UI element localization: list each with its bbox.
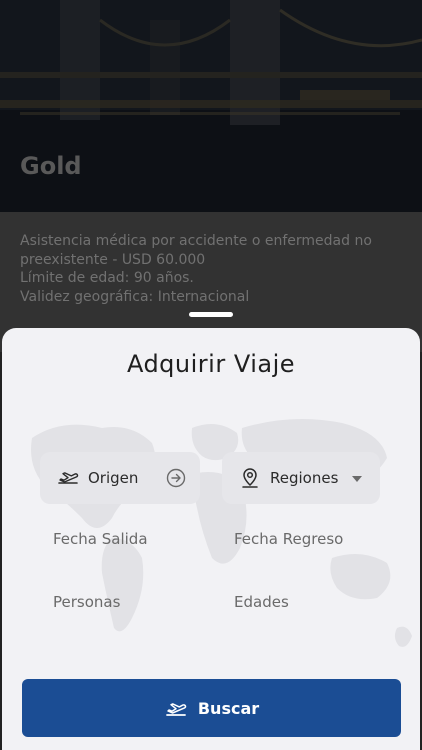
origin-label: Origen xyxy=(88,469,139,487)
map-pin-icon xyxy=(238,466,262,490)
regions-label: Regiones xyxy=(270,469,339,487)
search-button[interactable]: Buscar xyxy=(22,679,401,737)
caret-down-icon xyxy=(352,476,362,482)
search-button-label: Buscar xyxy=(197,698,260,718)
regions-dropdown[interactable]: Regiones xyxy=(222,452,380,504)
sheet-drag-handle[interactable] xyxy=(189,312,233,317)
world-map-image xyxy=(31,419,412,647)
persons-field[interactable]: Personas xyxy=(53,593,120,611)
sheet-title: Adquirir Viaje xyxy=(126,350,296,378)
origin-selector[interactable]: Origen xyxy=(40,452,200,504)
arrow-right-circle-icon xyxy=(166,468,186,488)
return-date-field[interactable]: Fecha Regreso xyxy=(234,530,343,548)
departure-date-field[interactable]: Fecha Salida xyxy=(53,530,148,548)
plane-takeoff-icon xyxy=(56,466,80,490)
plane-takeoff-icon xyxy=(164,696,188,720)
purchase-trip-sheet: Adquirir Viaje Origen Regiones Fecha Sal… xyxy=(2,328,420,750)
ages-field[interactable]: Edades xyxy=(234,593,289,611)
